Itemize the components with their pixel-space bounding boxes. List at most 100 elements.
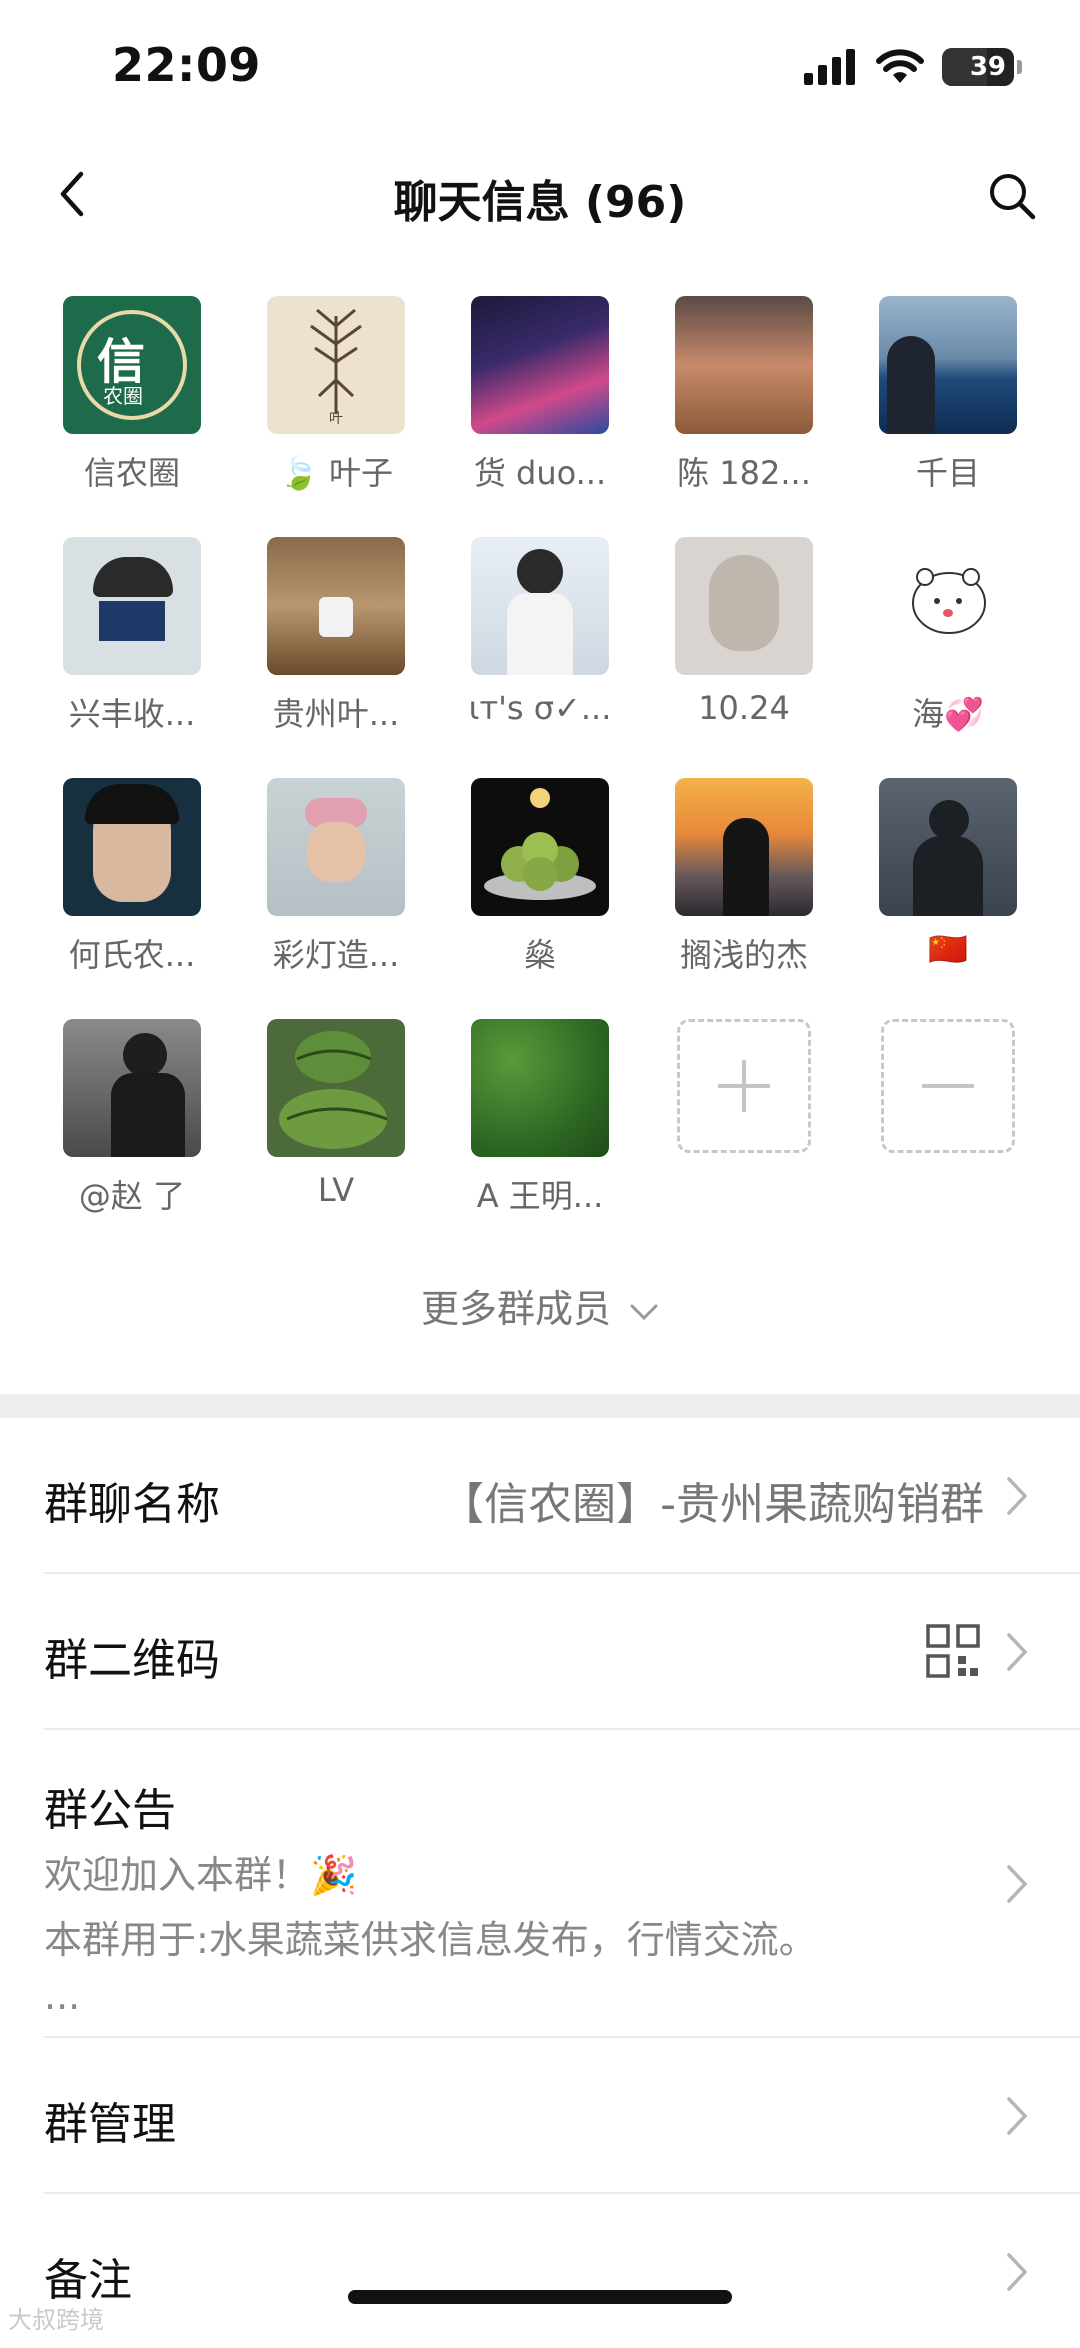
- notice-line: ...: [44, 1974, 81, 2018]
- home-indicator: [348, 2290, 732, 2304]
- wifi-icon: [876, 49, 924, 83]
- member-name: ιт's σ✓...: [468, 689, 612, 727]
- avatar: [63, 1019, 201, 1157]
- settings-list: 群聊名称 【信农圈】-贵州果蔬购销群 群二维码 群公告 欢迎加入本群！🎉 本群用…: [0, 1418, 1080, 2348]
- member-item[interactable]: 海💞: [846, 537, 1050, 778]
- notice-line: 本群用于:水果蔬菜供求信息发布，行情交流。: [44, 1918, 817, 1962]
- member-item[interactable]: 陈 182...: [642, 296, 846, 537]
- member-item[interactable]: @赵 了: [30, 1019, 234, 1260]
- member-name: 兴丰收...: [68, 695, 196, 733]
- member-item[interactable]: A 王明...: [438, 1019, 642, 1260]
- member-name: 搁浅的杰: [679, 936, 808, 974]
- qr-code-icon: [926, 1624, 980, 1678]
- avatar: [879, 537, 1017, 675]
- avatar: [675, 296, 813, 434]
- member-item[interactable]: 搁浅的杰: [642, 778, 846, 1019]
- search-icon: [990, 174, 1036, 220]
- group-manage-row[interactable]: 群管理: [44, 2038, 1080, 2194]
- member-item[interactable]: 何氏农...: [30, 778, 234, 1019]
- qr-code-label: 群二维码: [44, 1635, 220, 1686]
- page-title: 聊天信息 (96): [393, 177, 687, 228]
- member-item[interactable]: 信 农圈 信农圈: [30, 296, 234, 537]
- group-name-label: 群聊名称: [44, 1479, 220, 1530]
- remark-label: 备注: [44, 2255, 132, 2306]
- member-item[interactable]: 千目: [846, 296, 1050, 537]
- status-time: 22:09: [112, 38, 261, 92]
- remark-row[interactable]: 备注: [44, 2194, 1080, 2348]
- chevron-right-icon: [1007, 2253, 1028, 2291]
- minus-icon: [922, 1084, 974, 1088]
- notice-line: 欢迎加入本群！🎉: [44, 1853, 358, 1897]
- member-name: 信农圈: [83, 454, 180, 492]
- avatar: 信 农圈: [63, 296, 201, 434]
- member-grid: 信 农圈 信农圈 叶 🍃 叶子 货 duo... 陈 182... 千目 兴丰收…: [30, 296, 1050, 1260]
- chevron-down-icon: [630, 1304, 658, 1320]
- avatar: [879, 778, 1017, 916]
- avatar: [471, 778, 609, 916]
- cellular-signal-icon: [804, 49, 855, 85]
- member-name: A 王明...: [476, 1177, 604, 1215]
- qr-code-row[interactable]: 群二维码: [44, 1574, 1080, 1730]
- status-bar: 22:09 39: [0, 0, 1080, 130]
- add-member-button[interactable]: [642, 1019, 846, 1260]
- member-name: 货 duo...: [473, 454, 607, 492]
- member-item[interactable]: 10.24: [642, 537, 846, 778]
- group-notice-label: 群公告: [44, 1785, 176, 1836]
- avatar: 叶: [267, 296, 405, 434]
- member-name: 贵州叶...: [272, 695, 400, 733]
- member-name: 🇨🇳: [928, 930, 968, 968]
- remove-member-box: [881, 1019, 1015, 1153]
- chevron-right-icon: [1007, 2097, 1028, 2135]
- member-name: 陈 182...: [677, 454, 811, 492]
- nav-bar: 聊天信息 (96): [0, 140, 1080, 250]
- member-name: 10.24: [698, 689, 790, 727]
- member-name: 彩灯造...: [272, 936, 400, 974]
- avatar: [267, 537, 405, 675]
- group-manage-label: 群管理: [44, 2099, 176, 2150]
- avatar: [63, 537, 201, 675]
- member-item[interactable]: 兴丰收...: [30, 537, 234, 778]
- member-item[interactable]: 贵州叶...: [234, 537, 438, 778]
- member-name: LV: [317, 1171, 355, 1209]
- remove-member-button[interactable]: [846, 1019, 1050, 1260]
- member-item[interactable]: 彩灯造...: [234, 778, 438, 1019]
- member-item[interactable]: ιт's σ✓...: [438, 537, 642, 778]
- member-name: 海💞: [912, 695, 984, 733]
- search-button[interactable]: [980, 164, 1044, 228]
- avatar: [267, 1019, 405, 1157]
- more-members-label: 更多群成员: [420, 1287, 611, 1331]
- section-divider: [0, 1394, 1080, 1418]
- chevron-right-icon: [1007, 1865, 1028, 1903]
- avatar: [471, 1019, 609, 1157]
- avatar: [675, 537, 813, 675]
- avatar: [675, 778, 813, 916]
- battery-level: 39: [969, 52, 1006, 82]
- member-name: 燊: [523, 936, 556, 974]
- member-item[interactable]: LV: [234, 1019, 438, 1260]
- watermark: 大叔跨境: [8, 2306, 104, 2334]
- status-icons: 39: [804, 48, 1022, 86]
- avatar: [63, 778, 201, 916]
- group-notice-row[interactable]: 群公告 欢迎加入本群！🎉 本群用于:水果蔬菜供求信息发布，行情交流。 ...: [44, 1730, 1080, 2038]
- group-name-value: 【信农圈】-贵州果蔬购销群: [440, 1479, 984, 1530]
- chevron-right-icon: [1007, 1477, 1028, 1515]
- member-name: @赵 了: [78, 1177, 186, 1215]
- avatar: [879, 296, 1017, 434]
- battery-icon: 39: [942, 48, 1022, 86]
- avatar: [267, 778, 405, 916]
- member-item[interactable]: 叶 🍃 叶子: [234, 296, 438, 537]
- member-name: 🍃 叶子: [278, 454, 394, 492]
- member-name: 千目: [915, 454, 980, 492]
- avatar-caption: 叶: [329, 411, 343, 427]
- member-item[interactable]: 🇨🇳: [846, 778, 1050, 1019]
- avatar: [471, 537, 609, 675]
- group-name-row[interactable]: 群聊名称 【信农圈】-贵州果蔬购销群: [44, 1418, 1080, 1574]
- more-members-link[interactable]: 更多群成员: [0, 1278, 1080, 1333]
- add-member-box: [677, 1019, 811, 1153]
- avatar: [471, 296, 609, 434]
- member-name: 何氏农...: [68, 936, 196, 974]
- plus-icon: [718, 1060, 770, 1112]
- member-item[interactable]: 货 duo...: [438, 296, 642, 537]
- member-item[interactable]: 燊: [438, 778, 642, 1019]
- chevron-right-icon: [1007, 1633, 1028, 1671]
